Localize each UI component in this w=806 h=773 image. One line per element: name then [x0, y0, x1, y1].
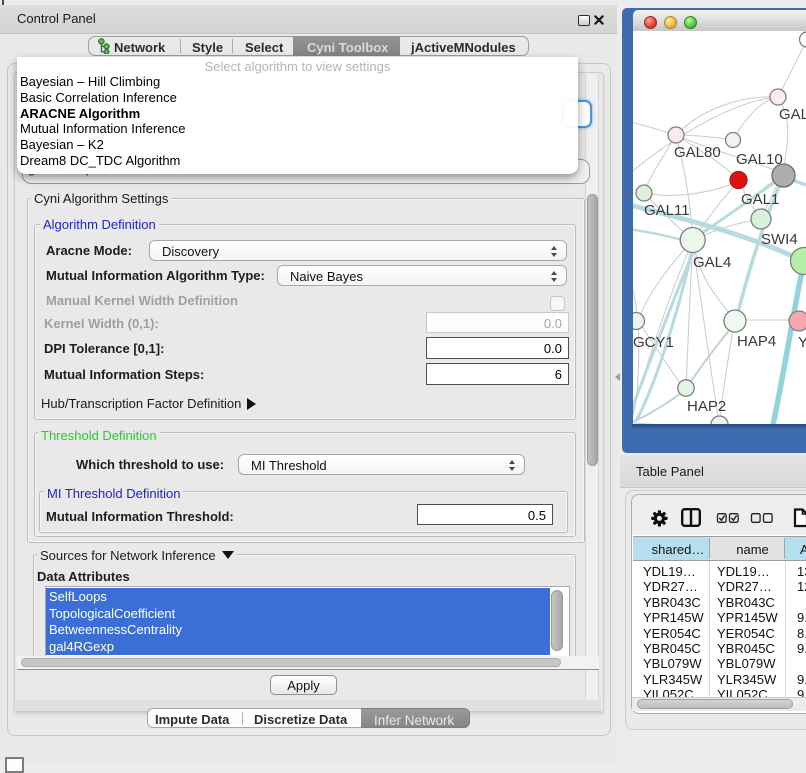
svg-text:GAL10: GAL10	[736, 151, 783, 168]
svg-text:Y: Y	[798, 334, 806, 351]
svg-text:GAL1: GAL1	[741, 191, 779, 208]
svg-text:HAP4: HAP4	[737, 333, 776, 350]
svg-text:HAP2: HAP2	[687, 398, 726, 415]
svg-text:SWI4: SWI4	[761, 231, 798, 248]
svg-text:GAL2: GAL2	[779, 106, 806, 123]
svg-text:GAL80: GAL80	[674, 144, 721, 161]
svg-text:GAL11: GAL11	[644, 202, 690, 219]
svg-text:GCY1: GCY1	[633, 334, 674, 351]
svg-text:GAL4: GAL4	[693, 254, 731, 271]
